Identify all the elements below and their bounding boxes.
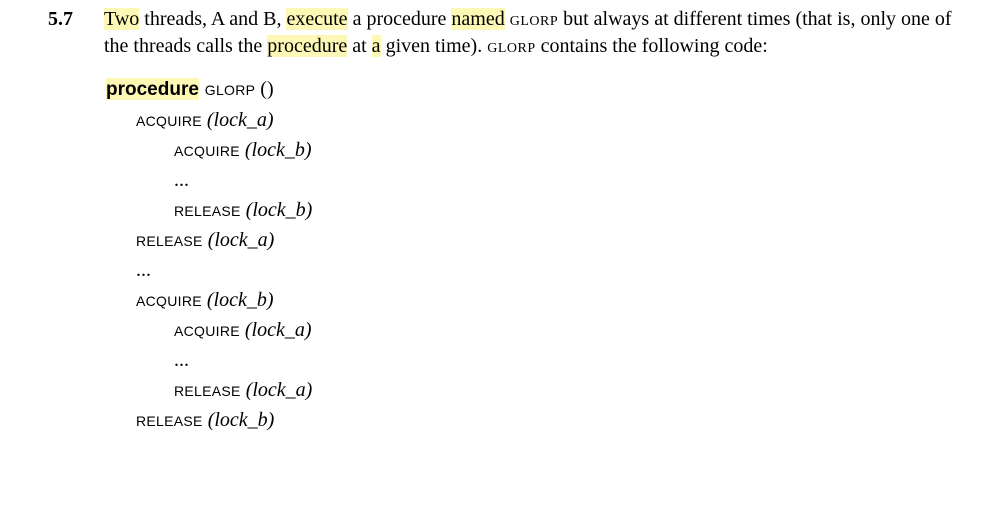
text: at <box>347 35 371 57</box>
fn-release: release <box>136 409 203 431</box>
problem-block: 5.7 Two threads, A and B, execute a proc… <box>48 6 960 60</box>
smallcaps-glorp: glorp <box>510 8 558 30</box>
ellipsis: ... <box>136 259 151 281</box>
fn-release: release <box>174 199 241 221</box>
code-block: procedure glorp () acquire (lock_a) acqu… <box>106 74 960 435</box>
problem-number: 5.7 <box>48 6 104 33</box>
code-line: ... <box>106 345 960 375</box>
text: () <box>255 78 273 100</box>
highlight-keyword: procedure <box>106 78 199 100</box>
arg: (lock_a) <box>240 319 312 341</box>
arg: (lock_a) <box>241 379 313 401</box>
text: given time). <box>381 35 488 57</box>
highlight-word: a <box>372 35 381 57</box>
code-line: procedure glorp () <box>106 74 960 105</box>
highlight-word: named <box>451 8 504 30</box>
smallcaps-glorp: glorp <box>487 35 535 57</box>
fn-release: release <box>136 229 203 251</box>
highlight-word: execute <box>286 8 347 30</box>
fn-acquire: acquire <box>174 139 240 161</box>
code-line: ... <box>106 255 960 285</box>
text: a procedure <box>348 8 452 30</box>
code-line: release (lock_b) <box>106 405 960 435</box>
highlight-word: Two <box>104 8 139 30</box>
fn-release: release <box>174 379 241 401</box>
ellipsis: ... <box>174 169 189 191</box>
code-line: release (lock_a) <box>106 225 960 255</box>
fn-acquire: acquire <box>174 319 240 341</box>
fn-name: glorp <box>199 78 255 100</box>
arg: (lock_b) <box>203 409 275 431</box>
fn-acquire: acquire <box>136 109 202 131</box>
text: threads, A and B, <box>139 8 286 30</box>
code-line: acquire (lock_a) <box>106 105 960 135</box>
code-line: ... <box>106 165 960 195</box>
keyword-procedure: procedure <box>106 79 199 100</box>
highlight-word: procedure <box>267 35 347 57</box>
ellipsis: ... <box>174 349 189 371</box>
fn-acquire: acquire <box>136 289 202 311</box>
code-line: release (lock_a) <box>106 375 960 405</box>
arg: (lock_a) <box>203 229 275 251</box>
arg: (lock_b) <box>202 289 274 311</box>
page: 5.7 Two threads, A and B, execute a proc… <box>0 0 990 435</box>
text: contains the following code: <box>536 35 768 57</box>
code-line: acquire (lock_a) <box>106 315 960 345</box>
code-line: release (lock_b) <box>106 195 960 225</box>
arg: (lock_b) <box>241 199 313 221</box>
code-line: acquire (lock_b) <box>106 135 960 165</box>
code-line: acquire (lock_b) <box>106 285 960 315</box>
arg: (lock_a) <box>202 109 274 131</box>
problem-text: Two threads, A and B, execute a procedur… <box>104 6 960 60</box>
arg: (lock_b) <box>240 139 312 161</box>
